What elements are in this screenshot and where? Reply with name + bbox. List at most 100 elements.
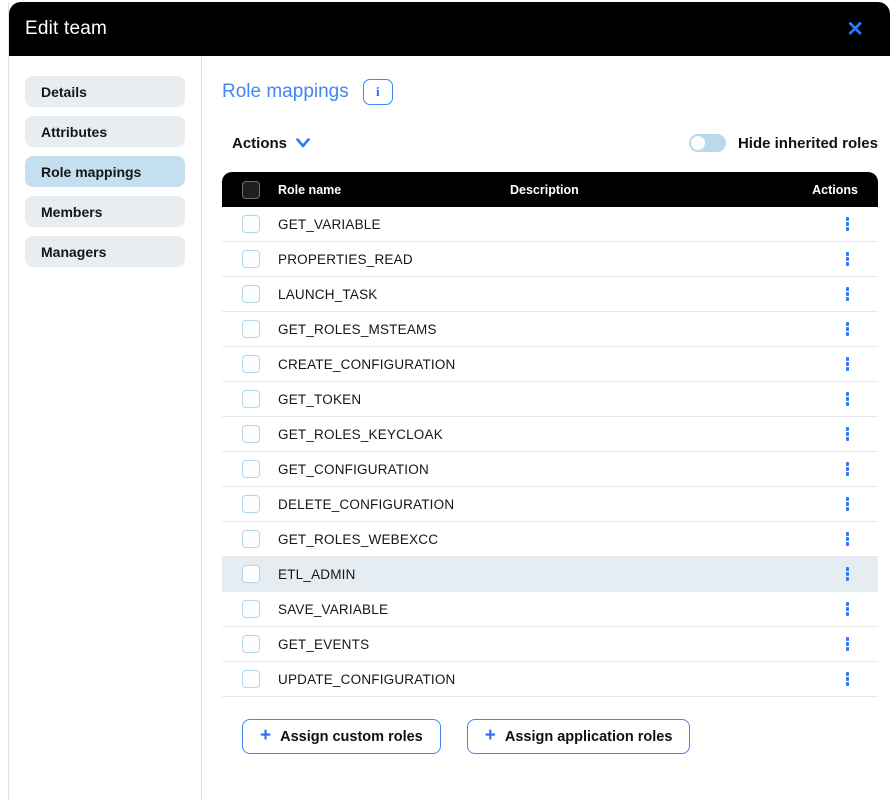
actions-dropdown-label: Actions — [232, 135, 287, 152]
role-name-cell: LAUNCH_TASK — [278, 287, 510, 302]
role-name-cell: CREATE_CONFIGURATION — [278, 357, 510, 372]
hide-inherited-roles-label: Hide inherited roles — [738, 135, 878, 152]
table-row[interactable]: GET_VARIABLE — [222, 207, 878, 242]
table-row[interactable]: GET_TOKEN — [222, 382, 878, 417]
table-row[interactable]: GET_ROLES_WEBEXCC — [222, 522, 878, 557]
table-row[interactable]: SAVE_VARIABLE — [222, 592, 878, 627]
row-actions-cell — [788, 284, 878, 304]
row-checkbox-cell — [222, 250, 278, 268]
dialog-header: Edit team ✕ — [9, 2, 890, 56]
info-icon[interactable]: i — [363, 79, 393, 105]
row-checkbox-cell — [222, 215, 278, 233]
role-mappings-table: Role name Description Actions GET_VARIAB… — [222, 172, 878, 697]
table-row[interactable]: GET_ROLES_MSTEAMS — [222, 312, 878, 347]
role-name-cell: GET_ROLES_MSTEAMS — [278, 322, 510, 337]
hide-inherited-roles-toggle[interactable] — [689, 134, 726, 152]
kebab-menu-icon[interactable] — [843, 319, 853, 339]
sidebar-item-managers[interactable]: Managers — [25, 236, 185, 267]
table-row[interactable]: PROPERTIES_READ — [222, 242, 878, 277]
role-name-cell: PROPERTIES_READ — [278, 252, 510, 267]
kebab-menu-icon[interactable] — [843, 389, 853, 409]
row-actions-cell — [788, 669, 878, 689]
kebab-menu-icon[interactable] — [843, 599, 853, 619]
table-row[interactable]: GET_EVENTS — [222, 627, 878, 662]
row-actions-cell — [788, 319, 878, 339]
row-checkbox-cell — [222, 530, 278, 548]
row-checkbox[interactable] — [242, 460, 260, 478]
row-actions-cell — [788, 634, 878, 654]
sidebar-item-members[interactable]: Members — [25, 196, 185, 227]
edit-team-dialog: Edit team ✕ Details Attributes Role mapp… — [8, 2, 890, 801]
row-actions-cell — [788, 564, 878, 584]
row-checkbox[interactable] — [242, 215, 260, 233]
sidebar-item-label: Managers — [41, 244, 106, 260]
row-actions-cell — [788, 459, 878, 479]
role-name-cell: GET_TOKEN — [278, 392, 510, 407]
row-checkbox[interactable] — [242, 565, 260, 583]
sidebar-item-details[interactable]: Details — [25, 76, 185, 107]
column-role-name: Role name — [278, 183, 510, 197]
table-row[interactable]: GET_ROLES_KEYCLOAK — [222, 417, 878, 452]
row-checkbox[interactable] — [242, 390, 260, 408]
row-checkbox-cell — [222, 425, 278, 443]
row-checkbox[interactable] — [242, 670, 260, 688]
row-checkbox[interactable] — [242, 285, 260, 303]
role-name-cell: UPDATE_CONFIGURATION — [278, 672, 510, 687]
kebab-menu-icon[interactable] — [843, 529, 853, 549]
sidebar-item-label: Details — [41, 84, 87, 100]
kebab-menu-icon[interactable] — [843, 284, 853, 304]
row-checkbox[interactable] — [242, 355, 260, 373]
row-checkbox[interactable] — [242, 250, 260, 268]
kebab-menu-icon[interactable] — [843, 249, 853, 269]
table-header: Role name Description Actions — [222, 172, 878, 207]
row-checkbox-cell — [222, 495, 278, 513]
kebab-menu-icon[interactable] — [843, 634, 853, 654]
row-checkbox[interactable] — [242, 425, 260, 443]
page-title: Role mappings — [222, 81, 349, 103]
column-actions: Actions — [788, 183, 878, 197]
kebab-menu-icon[interactable] — [843, 214, 853, 234]
row-checkbox-cell — [222, 320, 278, 338]
row-checkbox-cell — [222, 285, 278, 303]
table-row[interactable]: UPDATE_CONFIGURATION — [222, 662, 878, 697]
assign-application-roles-button[interactable]: + Assign application roles — [467, 719, 691, 754]
row-checkbox[interactable] — [242, 635, 260, 653]
row-actions-cell — [788, 389, 878, 409]
sidebar-item-label: Role mappings — [41, 164, 141, 180]
kebab-menu-icon[interactable] — [843, 494, 853, 514]
row-checkbox-cell — [222, 460, 278, 478]
kebab-menu-icon[interactable] — [843, 564, 853, 584]
close-icon[interactable]: ✕ — [842, 17, 868, 42]
sidebar-nav: Details Attributes Role mappings Members… — [9, 56, 202, 801]
row-actions-cell — [788, 249, 878, 269]
kebab-menu-icon[interactable] — [843, 354, 853, 374]
plus-icon: + — [260, 726, 271, 745]
row-checkbox[interactable] — [242, 600, 260, 618]
sidebar-item-label: Attributes — [41, 124, 107, 140]
hide-inherited-roles-group: Hide inherited roles — [689, 134, 878, 152]
sidebar-item-attributes[interactable]: Attributes — [25, 116, 185, 147]
table-row[interactable]: ETL_ADMIN — [222, 557, 878, 592]
kebab-menu-icon[interactable] — [843, 424, 853, 444]
row-checkbox-cell — [222, 390, 278, 408]
table-row[interactable]: CREATE_CONFIGURATION — [222, 347, 878, 382]
table-row[interactable]: GET_CONFIGURATION — [222, 452, 878, 487]
row-checkbox[interactable] — [242, 530, 260, 548]
sidebar-item-role-mappings[interactable]: Role mappings — [25, 156, 185, 187]
actions-dropdown[interactable]: Actions — [232, 135, 311, 152]
role-name-cell: ETL_ADMIN — [278, 567, 510, 582]
row-checkbox[interactable] — [242, 320, 260, 338]
table-row[interactable]: LAUNCH_TASK — [222, 277, 878, 312]
dialog-title: Edit team — [25, 18, 107, 40]
role-name-cell: SAVE_VARIABLE — [278, 602, 510, 617]
sidebar-item-label: Members — [41, 204, 102, 220]
select-all-checkbox[interactable] — [242, 181, 260, 199]
table-row[interactable]: DELETE_CONFIGURATION — [222, 487, 878, 522]
column-description: Description — [510, 183, 788, 197]
row-checkbox-cell — [222, 670, 278, 688]
kebab-menu-icon[interactable] — [843, 669, 853, 689]
kebab-menu-icon[interactable] — [843, 459, 853, 479]
assign-custom-roles-button[interactable]: + Assign custom roles — [242, 719, 441, 754]
row-checkbox[interactable] — [242, 495, 260, 513]
role-name-cell: GET_CONFIGURATION — [278, 462, 510, 477]
